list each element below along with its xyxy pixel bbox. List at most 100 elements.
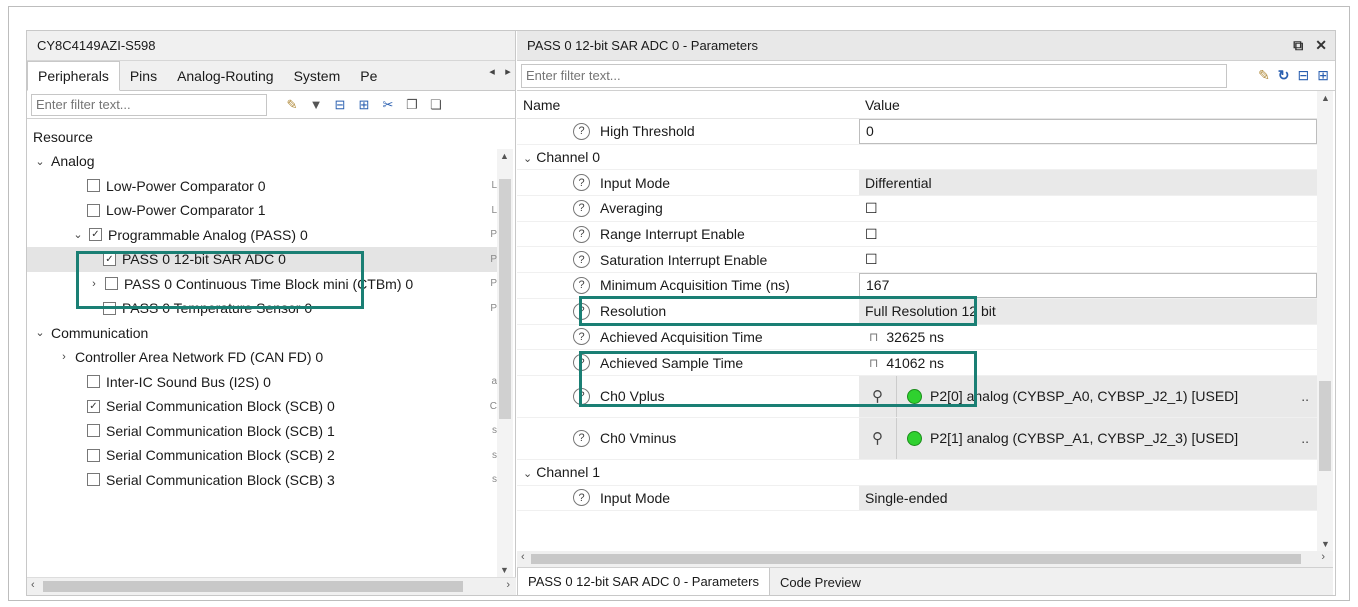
link-icon[interactable]: ⚲ <box>859 375 897 417</box>
parameter-group-row[interactable]: ⌄ Channel 0 <box>517 145 1317 171</box>
close-panel-icon[interactable]: ✕ <box>1315 37 1327 54</box>
help-icon[interactable]: ? <box>573 354 590 372</box>
tab-peripherals[interactable]: Peripherals <box>27 61 120 91</box>
enable-checkbox[interactable] <box>87 375 100 389</box>
enable-checkbox[interactable] <box>87 424 100 438</box>
more-options-icon[interactable]: .. <box>1301 388 1309 404</box>
filter-icon[interactable]: ▼ <box>307 96 325 114</box>
parameter-value-cell[interactable]: Single-ended <box>859 485 1317 511</box>
tab-analog-routing[interactable]: Analog-Routing <box>167 62 284 90</box>
parameter-value-cell[interactable]: ⚲ P2[0] analog (CYBSP_A0, CYBSP_J2_1) [US… <box>859 375 1317 417</box>
help-icon[interactable]: ? <box>573 276 590 294</box>
parameter-value-cell[interactable]: ☐ <box>859 222 1317 247</box>
parameter-value-cell[interactable]: ☐ <box>859 196 1317 221</box>
tree-item[interactable]: Serial Communication Block (SCB) 2s <box>27 443 497 468</box>
scroll-left-icon[interactable]: ‹ <box>521 551 525 563</box>
scroll-right-icon[interactable]: › <box>506 579 510 591</box>
tree-item[interactable]: ⌄ Communication <box>27 321 497 346</box>
tab-peripheral-clocks[interactable]: Pe <box>350 62 387 90</box>
clear-filter-icon[interactable]: ✎ <box>283 96 301 114</box>
resource-horizontal-scrollbar[interactable]: ‹ › <box>27 577 516 595</box>
help-icon[interactable]: ? <box>573 251 590 269</box>
scrollbar-thumb[interactable] <box>531 554 1301 564</box>
enable-checkbox[interactable] <box>87 203 100 217</box>
parameter-value-cell[interactable]: ☐ <box>859 247 1317 272</box>
enable-checkbox[interactable] <box>87 448 100 462</box>
parameters-horizontal-scrollbar[interactable]: ‹ › <box>517 551 1333 567</box>
copy-icon[interactable]: ❐ <box>403 96 421 114</box>
resource-filter-input[interactable] <box>31 93 267 116</box>
enable-checkbox[interactable] <box>87 179 100 193</box>
tree-item[interactable]: › PASS 0 Continuous Time Block mini (CTBm… <box>27 272 497 297</box>
resource-vertical-scrollbar[interactable]: ▲ ▼ <box>497 149 513 577</box>
cut-icon[interactable]: ✂ <box>379 96 397 114</box>
scroll-up-icon[interactable]: ▲ <box>1321 93 1330 103</box>
tree-item[interactable]: Inter-IC Sound Bus (I2S) 0a <box>27 370 497 395</box>
tab-parameters[interactable]: PASS 0 12-bit SAR ADC 0 - Parameters <box>517 568 770 595</box>
tab-pins[interactable]: Pins <box>120 62 167 90</box>
parameter-group-row[interactable]: ⌄ Channel 1 <box>517 460 1317 486</box>
scrollbar-thumb[interactable] <box>499 179 511 419</box>
link-icon[interactable]: ⚲ <box>859 417 897 459</box>
collapse-all-icon[interactable]: ⊟ <box>331 96 349 114</box>
tab-system[interactable]: System <box>284 62 351 90</box>
enable-checkbox[interactable] <box>87 473 100 487</box>
help-icon[interactable]: ? <box>573 174 590 192</box>
parameter-value-cell[interactable]: ⚲ P2[1] analog (CYBSP_A1, CYBSP_J2_3) [US… <box>859 417 1317 459</box>
tab-code-preview[interactable]: Code Preview <box>770 568 871 595</box>
more-options-icon[interactable]: .. <box>1301 430 1309 446</box>
tree-item[interactable]: Low-Power Comparator 0L <box>27 174 497 199</box>
help-icon[interactable]: ? <box>573 387 590 405</box>
parameter-value-cell[interactable]: 0 <box>859 119 1317 144</box>
help-icon[interactable]: ? <box>573 429 590 447</box>
help-icon[interactable]: ? <box>573 199 590 217</box>
chevron-down-icon[interactable]: ⌄ <box>523 468 532 480</box>
help-icon[interactable]: ? <box>573 225 590 243</box>
tree-item[interactable]: ✓ Serial Communication Block (SCB) 0 C <box>27 394 497 419</box>
paste-icon[interactable]: ❏ <box>427 96 445 114</box>
scroll-up-icon[interactable]: ▲ <box>500 151 509 161</box>
tree-item[interactable]: Serial Communication Block (SCB) 1s <box>27 419 497 444</box>
parameter-value-cell[interactable]: Differential <box>859 170 1317 196</box>
enable-checkbox[interactable]: ✓ <box>103 252 116 266</box>
tab-scroll-right-icon[interactable]: ▸ <box>501 65 515 78</box>
scroll-right-icon[interactable]: › <box>1321 551 1325 563</box>
tree-item[interactable]: ✓ PASS 0 12-bit SAR ADC 0 P <box>27 247 497 272</box>
parameter-filter-input[interactable] <box>521 63 1227 88</box>
float-panel-icon[interactable]: ⧉ <box>1293 37 1303 54</box>
enable-checkbox[interactable] <box>105 277 118 291</box>
tree-item[interactable]: › Controller Area Network FD (CAN FD) 0 <box>27 345 497 370</box>
collapse-all-icon[interactable]: ⊟ <box>1298 67 1310 84</box>
clear-filter-icon[interactable]: ✎ <box>1258 67 1270 84</box>
chevron-down-icon[interactable]: ⌄ <box>71 228 85 241</box>
chevron-right-icon[interactable]: › <box>57 351 71 363</box>
tree-item[interactable]: ⌄ ✓ Programmable Analog (PASS) 0 P <box>27 223 497 248</box>
help-icon[interactable]: ? <box>573 489 590 507</box>
tree-item[interactable]: PASS 0 Temperature Sensor 0 P <box>27 296 497 321</box>
scroll-down-icon[interactable]: ▼ <box>500 565 509 575</box>
refresh-icon[interactable]: ↻ <box>1278 67 1290 84</box>
scroll-down-icon[interactable]: ▼ <box>1321 539 1330 549</box>
help-icon[interactable]: ? <box>573 122 590 140</box>
tab-scroll-left-icon[interactable]: ◂ <box>485 65 499 78</box>
scrollbar-thumb[interactable] <box>1319 381 1331 471</box>
tree-item[interactable]: Serial Communication Block (SCB) 3s <box>27 468 497 493</box>
enable-checkbox[interactable] <box>103 301 116 315</box>
scrollbar-thumb[interactable] <box>43 581 463 592</box>
enable-checkbox[interactable]: ✓ <box>89 228 102 242</box>
parameter-value-cell[interactable]: 167 <box>859 273 1317 298</box>
help-icon[interactable]: ? <box>573 302 590 320</box>
parameters-vertical-scrollbar[interactable]: ▲ ▼ <box>1317 91 1333 551</box>
expand-all-icon[interactable]: ⊞ <box>355 96 373 114</box>
help-icon[interactable]: ? <box>573 328 590 346</box>
enable-checkbox[interactable]: ✓ <box>87 399 100 413</box>
tree-item[interactable]: Low-Power Comparator 1L <box>27 198 497 223</box>
expand-all-icon[interactable]: ⊞ <box>1317 67 1329 84</box>
chevron-down-icon[interactable]: ⌄ <box>33 155 47 168</box>
chevron-right-icon[interactable]: › <box>87 278 101 290</box>
parameter-value-cell[interactable]: Full Resolution 12 bit <box>859 298 1317 324</box>
tree-item[interactable]: ⌄ Analog <box>27 149 497 174</box>
chevron-down-icon[interactable]: ⌄ <box>523 153 532 165</box>
parameter-value-cell[interactable]: ⊓ 32625 ns <box>859 325 1317 350</box>
scroll-left-icon[interactable]: ‹ <box>31 579 35 591</box>
